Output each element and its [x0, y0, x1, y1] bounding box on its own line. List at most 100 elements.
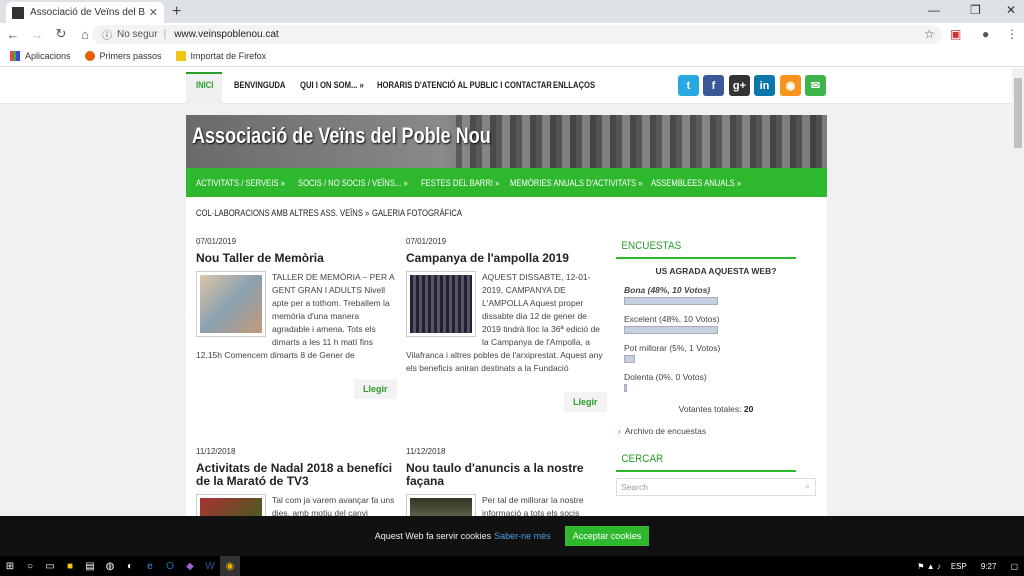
post-card: 07/01/2019 Campanya de l'ampolla 2019 AQ…: [406, 237, 606, 375]
search-input[interactable]: Search ⌕: [616, 478, 816, 496]
profile-icon[interactable]: ●: [982, 27, 989, 41]
post-thumbnail[interactable]: [196, 494, 266, 516]
banner-photo: [456, 115, 827, 168]
browser-toolbar: ← → ↻ ⌂ ⓘ No segur | www.veinspoblenou.c…: [0, 23, 1024, 45]
store-icon[interactable]: ▤: [80, 556, 100, 576]
archive-link-text: Archivo de encuestas: [624, 426, 707, 436]
bookmark-first-steps[interactable]: Primers passos: [84, 50, 162, 61]
pdf-extension-icon[interactable]: ▣: [950, 27, 961, 41]
main-navigation: ACTIVITATS / SERVEIS » SOCIS / NO SOCIS …: [186, 168, 827, 197]
forward-icon[interactable]: →: [26, 27, 48, 42]
post-date: 07/01/2019: [196, 237, 237, 246]
bookmark-apps[interactable]: Aplicacions: [10, 50, 71, 61]
site-favicon-icon: [12, 6, 24, 19]
app-icon[interactable]: ◐: [120, 556, 140, 576]
post-title[interactable]: Activitats de Nadal 2018 a benefíci de l…: [196, 462, 396, 488]
post-thumbnail[interactable]: [406, 271, 476, 337]
clock[interactable]: 9:27: [981, 562, 997, 571]
poll-result-bar: [624, 326, 718, 334]
app-icon[interactable]: ◍: [100, 556, 120, 576]
poll-option: Dolenta (0%, 0 Votos): [624, 372, 707, 382]
close-window-button[interactable]: ✕: [1006, 3, 1016, 17]
nav-qui-i-on-som[interactable]: QUI I ON SOM... »: [300, 80, 364, 90]
nav-assemblees-anuals[interactable]: ASSEMBLEES ANUALS »: [651, 178, 741, 188]
divider: |: [163, 29, 167, 40]
nav-memories-anuals[interactable]: MEMÒRIES ANUALS D'ACTIVITATS »: [510, 178, 643, 188]
task-view-icon[interactable]: ▭: [40, 556, 60, 576]
post-date: 11/12/2018: [196, 447, 236, 456]
post-excerpt: Tal com ja varem avançar fa uns dies, am…: [196, 494, 396, 516]
nav-benvinguda[interactable]: BENVINGUDA: [234, 80, 285, 90]
twitter-icon[interactable]: t: [678, 75, 699, 96]
post-title[interactable]: Nou Taller de Memòria: [196, 252, 396, 265]
language-indicator[interactable]: ESP: [951, 562, 967, 571]
file-explorer-icon[interactable]: ■: [60, 556, 80, 576]
rss-icon[interactable]: ◉: [780, 75, 801, 96]
maximize-button[interactable]: ❐: [970, 3, 981, 17]
security-label: No segur: [117, 29, 158, 40]
windows-start-icon[interactable]: ⊞: [0, 556, 20, 576]
poll-question: US AGRADA AQUESTA WEB?: [655, 266, 777, 276]
chrome-icon[interactable]: ◉: [220, 556, 240, 576]
nav-socis[interactable]: SOCIS / NO SOCIS / VEÏNS... »: [298, 178, 408, 188]
accept-cookies-button[interactable]: Acceptar cookies: [564, 526, 650, 546]
apps-grid-icon: [10, 50, 20, 61]
post-title[interactable]: Campanya de l'ampolla 2019: [406, 252, 606, 265]
menu-icon[interactable]: ⋮: [1006, 27, 1018, 41]
close-tab-icon[interactable]: ✕: [149, 6, 158, 19]
post-date: 11/12/2018: [406, 447, 446, 456]
header-banner[interactable]: Associació de Veïns del Poble Nou: [186, 115, 827, 168]
facebook-icon[interactable]: f: [703, 75, 724, 96]
page-scrollbar[interactable]: [1012, 68, 1024, 516]
bookmark-star-icon[interactable]: ☆: [924, 27, 935, 41]
minimize-button[interactable]: —: [928, 3, 940, 17]
post-thumbnail[interactable]: [196, 271, 266, 337]
secondary-navigation: COL·LABORACIONS AMB ALTRES ASS. VEÏNS » …: [186, 197, 827, 227]
nav-enllacos[interactable]: ENLLAÇOS: [553, 80, 595, 90]
bookmark-folder-firefox[interactable]: Importat de Firefox: [175, 50, 266, 61]
info-icon[interactable]: ⓘ: [102, 27, 112, 42]
search-icon[interactable]: ⌕: [805, 481, 810, 492]
read-more-button[interactable]: Llegir: [354, 379, 397, 399]
word-icon[interactable]: W: [200, 556, 220, 576]
cortana-icon[interactable]: ○: [20, 556, 40, 576]
new-tab-button[interactable]: +: [172, 3, 181, 21]
search-widget-title: CERCAR: [616, 448, 796, 472]
post-title[interactable]: Nou taulo d'anuncis a la nostre façana: [406, 462, 606, 488]
googleplus-icon[interactable]: g+: [729, 75, 750, 96]
address-bar[interactable]: ⓘ No segur | www.veinspoblenou.cat: [92, 25, 942, 44]
banner-title: Associació de Veïns del Poble Nou: [192, 123, 491, 148]
nav-horaris[interactable]: HORARIS D'ATENCIÓ AL PUBLIC I CONTACTAR: [377, 80, 552, 90]
back-icon[interactable]: ←: [2, 27, 24, 42]
notification-icons[interactable]: ⚑ ▲ ♪: [917, 562, 941, 571]
scrollbar-thumb[interactable]: [1014, 78, 1022, 148]
app-icon[interactable]: ◆: [180, 556, 200, 576]
email-icon[interactable]: ✉: [805, 75, 826, 96]
post-thumbnail[interactable]: [406, 494, 476, 516]
top-navigation: INICI BENVINGUDA QUI I ON SOM... » HORAR…: [0, 68, 1012, 104]
page-viewport: INICI BENVINGUDA QUI I ON SOM... » HORAR…: [0, 68, 1012, 516]
linkedin-icon[interactable]: in: [754, 75, 775, 96]
post-excerpt: Per tal de millorar la nostre informació…: [406, 494, 606, 516]
cookie-more-link[interactable]: Saber-ne més: [494, 531, 551, 541]
poll-option: Excelent (48%, 10 Votos): [624, 314, 720, 324]
tab-title: Associació de Veïns del Barri del P: [30, 7, 145, 18]
nav-col-laboracions[interactable]: COL·LABORACIONS AMB ALTRES ASS. VEÏNS »: [196, 208, 369, 218]
nav-galeria-fotografica[interactable]: GALERIA FOTOGRÀFICA: [372, 208, 462, 218]
nav-festes-del-barri[interactable]: FESTES DEL BARRI »: [421, 178, 499, 188]
post-card: 07/01/2019 Nou Taller de Memòria TALLER …: [196, 237, 396, 362]
nav-inici[interactable]: INICI: [196, 80, 213, 90]
action-center-icon[interactable]: ▢: [1010, 562, 1018, 571]
outlook-icon[interactable]: O: [160, 556, 180, 576]
windows-taskbar: ⊞ ○ ▭ ■ ▤ ◍ ◐ e O ◆ W ◉ ⚑ ▲ ♪ ESP 9:27 ▢: [0, 556, 1024, 576]
nav-activitats-serveis[interactable]: ACTIVITATS / SERVEIS »: [196, 178, 285, 188]
post-excerpt-text: Per tal de millorar la nostre informació…: [482, 495, 584, 516]
edge-icon[interactable]: e: [140, 556, 160, 576]
read-more-button[interactable]: Llegir: [564, 392, 607, 412]
reload-icon[interactable]: ↻: [50, 26, 72, 42]
system-tray: ⚑ ▲ ♪ ESP 9:27 ▢: [917, 556, 1018, 576]
total-votes-label: Votantes totales:: [678, 404, 742, 414]
poll-archive-link[interactable]: › Archivo de encuestas: [618, 426, 816, 436]
browser-tab[interactable]: Associació de Veïns del Barri del P ✕: [6, 2, 164, 23]
firefox-icon: [84, 50, 95, 61]
